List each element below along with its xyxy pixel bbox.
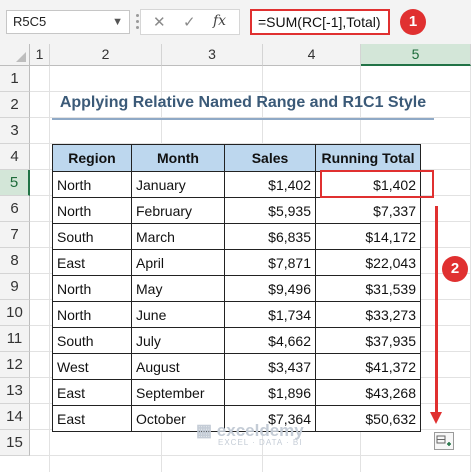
checkmark-icon[interactable]: ✓ — [183, 13, 196, 31]
cell-month[interactable]: February — [131, 197, 225, 224]
cell-sales[interactable]: $5,935 — [224, 197, 316, 224]
select-all-corner[interactable] — [0, 44, 30, 66]
cell-sales[interactable]: $1,402 — [224, 171, 316, 198]
cell-running-total[interactable]: $14,172 — [315, 223, 421, 250]
table-row: West August $3,437 $41,372 — [52, 353, 421, 380]
cell-sales[interactable]: $1,734 — [224, 301, 316, 328]
header-month[interactable]: Month — [131, 144, 225, 172]
cell-sales[interactable]: $6,835 — [224, 223, 316, 250]
sheet-title: Applying Relative Named Range and R1C1 S… — [59, 94, 427, 111]
row-header-5[interactable]: 5 — [0, 170, 30, 196]
header-sales[interactable]: Sales — [224, 144, 316, 172]
cell-region[interactable]: East — [52, 379, 132, 406]
formula-buttons: ✕ ✓ fx — [140, 9, 240, 35]
formula-bar: R5C5 ▼ ✕ ✓ fx =SUM(RC[-1],Total) 1 — [0, 0, 471, 45]
cell-month[interactable]: January — [131, 171, 225, 198]
fill-down-arrow — [435, 206, 438, 414]
name-box[interactable]: R5C5 ▼ — [6, 10, 130, 34]
table-row: North June $1,734 $33,273 — [52, 301, 421, 328]
table-row: East September $1,896 $43,268 — [52, 379, 421, 406]
step-badge-1: 1 — [400, 9, 426, 35]
table-header-row: Region Month Sales Running Total — [52, 144, 421, 172]
row-header-14[interactable]: 14 — [0, 404, 30, 430]
row-header-2[interactable]: 2 — [0, 92, 30, 118]
row-header-1[interactable]: 1 — [0, 66, 30, 92]
arrow-down-icon — [430, 412, 442, 424]
title-underline — [52, 118, 434, 120]
cell-region[interactable]: North — [52, 301, 132, 328]
header-running-total[interactable]: Running Total — [315, 144, 421, 172]
row-header-15[interactable]: 15 — [0, 430, 30, 456]
column-header-2[interactable]: 2 — [50, 44, 162, 66]
cell-running-total[interactable]: $43,268 — [315, 379, 421, 406]
auto-fill-options-icon[interactable] — [434, 432, 454, 450]
cell-sales[interactable]: $9,496 — [224, 275, 316, 302]
row-header-7[interactable]: 7 — [0, 222, 30, 248]
cell-month[interactable]: April — [131, 249, 225, 276]
watermark-icon: ▦ — [196, 421, 213, 440]
table-row: North May $9,496 $31,539 — [52, 275, 421, 302]
name-box-value: R5C5 — [13, 14, 47, 29]
cell-running-total[interactable]: $33,273 — [315, 301, 421, 328]
step-badge-2: 2 — [442, 256, 468, 282]
function-icon[interactable]: fx — [213, 13, 226, 29]
cell-month[interactable]: March — [131, 223, 225, 250]
chevron-down-icon[interactable]: ▼ — [112, 11, 123, 33]
row-header-8[interactable]: 8 — [0, 248, 30, 274]
table-row: East April $7,871 $22,043 — [52, 249, 421, 276]
cell-region[interactable]: North — [52, 171, 132, 198]
row-header-10[interactable]: 10 — [0, 300, 30, 326]
row-header-4[interactable]: 4 — [0, 144, 30, 170]
cell-sales[interactable]: $1,896 — [224, 379, 316, 406]
cell-region[interactable]: West — [52, 353, 132, 380]
column-header-3[interactable]: 3 — [162, 44, 263, 66]
table-row: South March $6,835 $14,172 — [52, 223, 421, 250]
column-header-4[interactable]: 4 — [263, 44, 361, 66]
cell-running-total[interactable]: $31,539 — [315, 275, 421, 302]
watermark-tagline: EXCEL · DATA · BI — [218, 438, 303, 447]
column-header-5[interactable]: 5 — [361, 44, 471, 66]
row-header-11[interactable]: 11 — [0, 326, 30, 352]
cell-month[interactable]: May — [131, 275, 225, 302]
cell-region[interactable]: East — [52, 405, 132, 432]
cell-running-total[interactable]: $7,337 — [315, 197, 421, 224]
table-row: South July $4,662 $37,935 — [52, 327, 421, 354]
cell-region[interactable]: South — [52, 327, 132, 354]
cell-sales[interactable]: $7,871 — [224, 249, 316, 276]
row-header-3[interactable]: 3 — [0, 118, 30, 144]
header-region[interactable]: Region — [52, 144, 132, 172]
cell-running-total[interactable]: $22,043 — [315, 249, 421, 276]
row-header-12[interactable]: 12 — [0, 352, 30, 378]
cell-running-total[interactable]: $41,372 — [315, 353, 421, 380]
cell-region[interactable]: South — [52, 223, 132, 250]
column-header-1[interactable]: 1 — [30, 44, 50, 66]
selected-cell-highlight — [320, 170, 434, 198]
close-icon[interactable]: ✕ — [153, 13, 166, 31]
cell-region[interactable]: North — [52, 275, 132, 302]
cell-month[interactable]: June — [131, 301, 225, 328]
cell-month[interactable]: September — [131, 379, 225, 406]
cell-month[interactable]: August — [131, 353, 225, 380]
cell-sales[interactable]: $3,437 — [224, 353, 316, 380]
cell-sales[interactable]: $4,662 — [224, 327, 316, 354]
watermark-logo: ▦ exceldemy EXCEL · DATA · BI — [196, 421, 304, 447]
cell-region[interactable]: North — [52, 197, 132, 224]
cell-running-total[interactable]: $37,935 — [315, 327, 421, 354]
cell-month[interactable]: July — [131, 327, 225, 354]
row-header-9[interactable]: 9 — [0, 274, 30, 300]
cell-running-total[interactable]: $50,632 — [315, 405, 421, 432]
formula-input[interactable]: =SUM(RC[-1],Total) — [250, 9, 390, 35]
row-header-6[interactable]: 6 — [0, 196, 30, 222]
row-header-13[interactable]: 13 — [0, 378, 30, 404]
cell-region[interactable]: East — [52, 249, 132, 276]
table-row: North February $5,935 $7,337 — [52, 197, 421, 224]
